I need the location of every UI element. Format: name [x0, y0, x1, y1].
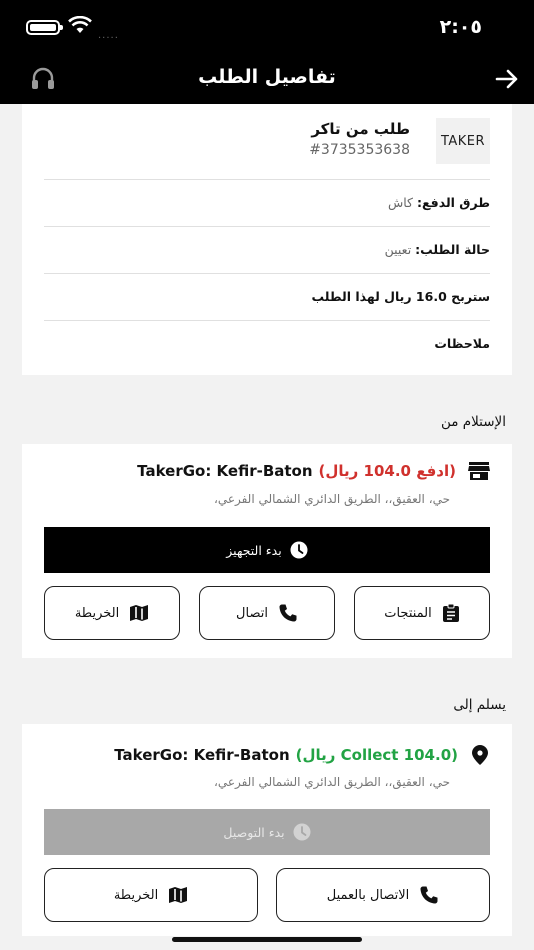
start-delivery-label: بدء التوصيل — [223, 824, 285, 840]
order-status-label: حالة الطلب: — [415, 242, 490, 257]
call-label: اتصال — [236, 605, 268, 621]
map-icon — [129, 604, 149, 622]
phone-icon — [278, 603, 298, 623]
payment-method-row: طرق الدفع: كاش — [388, 195, 490, 210]
payment-method-value: كاش — [387, 195, 414, 210]
call-customer-label: الاتصال بالعميل — [326, 887, 410, 903]
order-details-card: TAKER طلب من تاكر #3735353638 طرق الدفع:… — [22, 104, 512, 375]
wifi-icon — [68, 16, 92, 34]
map-button[interactable]: الخريطة — [44, 868, 258, 922]
start-preparation-button[interactable]: بدء التجهيز — [44, 527, 490, 573]
products-label: المنتجات — [384, 605, 432, 621]
deliver-heading: يسلم إلى — [453, 697, 506, 713]
divider — [44, 179, 490, 180]
store-icon — [468, 461, 490, 481]
notes-label: ملاحظات — [434, 336, 490, 351]
location-pin-icon — [470, 744, 490, 766]
products-button[interactable]: المنتجات — [354, 586, 490, 640]
map-label: الخريطة — [74, 605, 120, 621]
map-icon — [168, 886, 188, 904]
deliver-card: (Collect 104.0 ريال) TakerGo: Kefir-Bato… — [22, 724, 512, 936]
pickup-store-line: (ادفع 104.0 ريال) TakerGo: Kefir-Baton — [137, 461, 490, 481]
divider — [44, 320, 490, 321]
back-arrow-icon[interactable] — [494, 66, 520, 92]
home-indicator — [172, 937, 362, 942]
deliver-store-line: (Collect 104.0 ريال) TakerGo: Kefir-Bato… — [114, 744, 490, 766]
clock-icon — [293, 823, 311, 841]
phone-icon — [419, 885, 439, 905]
start-delivery-button[interactable]: بدء التوصيل — [44, 809, 490, 855]
pickup-payment-text: (ادفع 104.0 ريال) — [318, 462, 456, 480]
battery-icon — [26, 20, 63, 35]
order-number: #3735353638 — [309, 142, 410, 158]
deliver-payment-text: (Collect 104.0 ريال) — [295, 746, 458, 764]
pickup-card: (ادفع 104.0 ريال) TakerGo: Kefir-Baton ح… — [22, 444, 512, 658]
deliver-store-name: TakerGo: Kefir-Baton — [114, 746, 290, 764]
divider — [44, 273, 490, 274]
map-label: الخريطة — [113, 887, 159, 903]
order-status-row: حالة الطلب: تعيين — [385, 242, 490, 257]
call-button[interactable]: اتصال — [199, 586, 335, 640]
start-preparation-label: بدء التجهيز — [226, 542, 282, 558]
nav-bar: تفاصيل الطلب — [0, 56, 534, 104]
pickup-address: حي، العقيق،، الطريق الدائري الشمالي الفر… — [213, 492, 450, 506]
cellular-signal-icon: ..... — [98, 30, 119, 41]
pickup-store-name: TakerGo: Kefir-Baton — [137, 462, 313, 480]
divider — [44, 226, 490, 227]
order-status-value: تعيين — [384, 242, 412, 257]
deliver-address: حي، العقيق،، الطريق الدائري الشمالي الفر… — [213, 775, 450, 789]
map-button[interactable]: الخريطة — [44, 586, 180, 640]
pickup-heading: الإستلام من — [440, 414, 506, 430]
earnings-text: ستربح 16.0 ريال لهذا الطلب — [311, 289, 490, 304]
clock-icon — [290, 541, 308, 559]
taker-logo: TAKER — [436, 118, 490, 164]
page-title: تفاصيل الطلب — [198, 66, 336, 88]
clipboard-icon — [442, 603, 460, 623]
status-bar: ..... ٢:٠٥ — [0, 0, 534, 56]
order-title: طلب من تاكر — [311, 120, 410, 138]
payment-method-label: طرق الدفع: — [417, 195, 490, 210]
status-time: ٢:٠٥ — [439, 16, 482, 38]
call-customer-button[interactable]: الاتصال بالعميل — [276, 868, 490, 922]
